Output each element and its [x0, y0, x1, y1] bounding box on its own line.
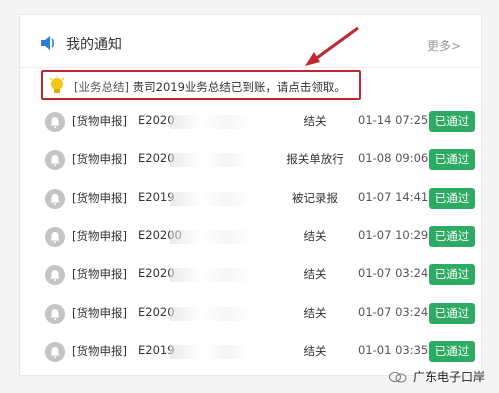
status-badge: 已通过: [429, 302, 475, 324]
notification-row[interactable]: [货物申报] E2020 结关 01-07 03:24 已通过: [20, 256, 481, 294]
row-tag: [货物申报]: [72, 114, 127, 128]
row-tag: [货物申报]: [72, 152, 127, 167]
row-status: 结关: [303, 305, 327, 320]
panel-header: 我的通知 更多>: [20, 15, 481, 68]
row-date: 01-07 14:41: [358, 189, 429, 204]
status-badge: 已通过: [429, 187, 475, 209]
status-badge: 已通过: [429, 340, 475, 362]
row-status: 结关: [303, 267, 327, 282]
redacted-area: [170, 191, 250, 206]
row-tag: [货物申报]: [72, 267, 127, 282]
row-tag: [货物申报]: [72, 305, 127, 320]
status-badge: 已通过: [429, 264, 475, 286]
row-status: 结关: [303, 343, 327, 358]
row-date: 01-07 03:24: [358, 266, 429, 281]
wechat-icon: [389, 372, 407, 383]
row-status: 结关: [303, 228, 327, 243]
notice-tag: [业务总结]: [74, 80, 129, 94]
page-title: 我的通知: [66, 37, 122, 53]
row-status: 结关: [303, 114, 327, 128]
row-date: 01-07 10:29: [358, 227, 429, 242]
row-tag: [货物申报]: [72, 343, 127, 358]
bell-icon: [45, 188, 65, 209]
redacted-area: [170, 306, 250, 321]
more-link[interactable]: 更多>: [427, 37, 461, 54]
notification-panel: 我的通知 更多> [业务总结] 贵司2019业务总结已到账，请点击领取。 [货物…: [19, 14, 482, 376]
bell-icon: [45, 341, 65, 362]
status-badge: 已通过: [429, 111, 475, 132]
redacted-area: [170, 115, 250, 129]
row-tag: [货物申报]: [72, 228, 127, 243]
notification-row[interactable]: [货物申报] E2019 被记录报 01-07 14:41 已通过: [20, 180, 481, 218]
bell-icon: [45, 112, 65, 132]
row-date: 01-08 09:06: [358, 151, 429, 166]
redacted-area: [170, 153, 250, 168]
row-date: 01-07 03:24: [358, 304, 429, 319]
row-status: 被记录报: [292, 190, 338, 205]
status-badge: 已通过: [429, 225, 475, 247]
status-badge: 已通过: [429, 149, 475, 171]
speaker-icon: [41, 36, 54, 50]
row-date: 01-01 03:35: [358, 342, 429, 357]
notification-row[interactable]: [货物申报] E20200 结关 01-07 10:29 已通过: [20, 218, 481, 256]
bell-icon: [45, 150, 65, 171]
redacted-area: [170, 268, 250, 283]
bell-icon: [45, 226, 65, 247]
notification-row[interactable]: [货物申报] E2020 结关 01-07 03:24 已通过: [20, 295, 481, 333]
notification-row[interactable]: [货物申报] E2019 结关 01-01 03:35 已通过: [20, 333, 481, 371]
highlighted-notice[interactable]: [业务总结] 贵司2019业务总结已到账，请点击领取。: [41, 70, 361, 100]
redacted-area: [170, 344, 250, 359]
redacted-area: [170, 229, 250, 244]
row-status: 报关单放行: [286, 152, 344, 167]
bell-icon: [45, 303, 65, 324]
notification-row[interactable]: [货物申报] E2020 报关单放行 01-08 09:06 已通过: [20, 141, 481, 179]
row-tag: [货物申报]: [72, 190, 127, 205]
bell-icon: [45, 265, 65, 286]
lightbulb-icon: [49, 76, 65, 93]
watermark-text: 广东电子口岸: [412, 370, 485, 384]
notification-row[interactable]: [货物申报] E2020 结关 01-14 07:25 已通过: [20, 103, 481, 141]
row-date: 01-14 07:25: [358, 113, 429, 127]
notice-message[interactable]: 贵司2019业务总结已到账，请点击领取。: [133, 80, 346, 94]
